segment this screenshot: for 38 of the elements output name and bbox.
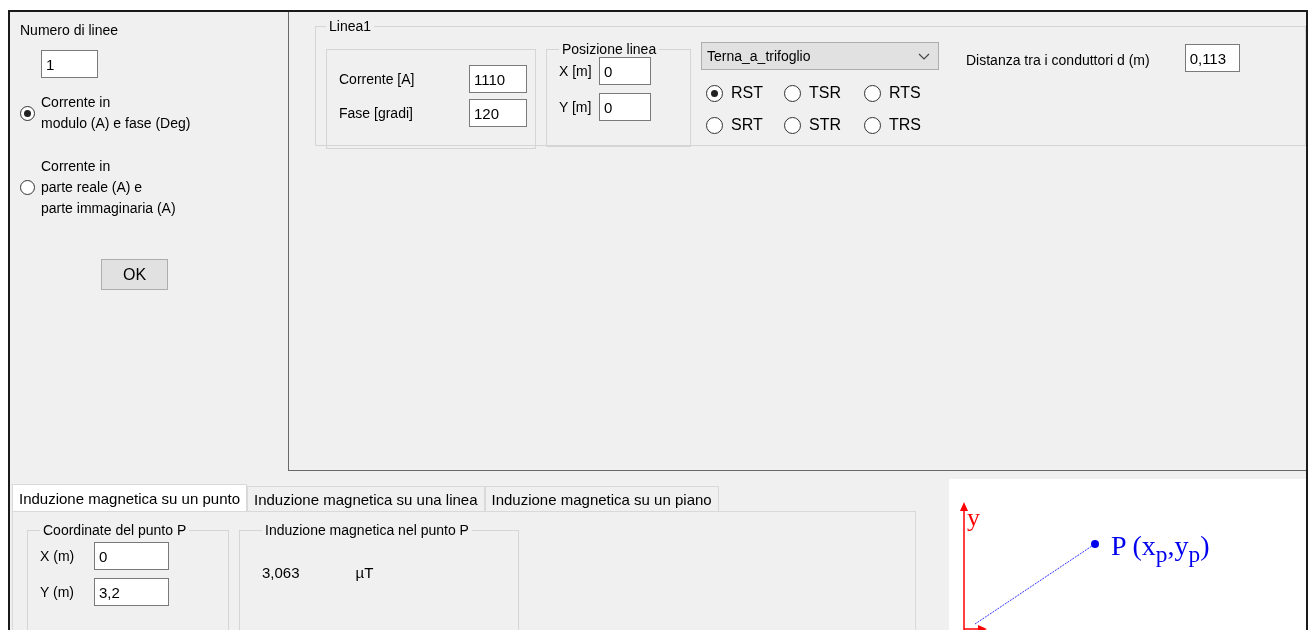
dropdown[interactable]: Terna_a_trifoglio xyxy=(701,42,939,70)
field-label: Fase [gradi] xyxy=(339,105,414,121)
input-field[interactable]: 120 xyxy=(469,99,527,127)
field-label: X [m] xyxy=(559,63,593,79)
group-title: Coordinate del punto P xyxy=(42,522,188,538)
input-field[interactable]: 0 xyxy=(599,93,651,121)
input-field[interactable]: 3,2 xyxy=(94,578,169,606)
field-label: Distanza tra i conduttori d (m) xyxy=(966,52,1150,68)
radio-button[interactable]: Corrente in modulo (A) e fase (Deg) xyxy=(20,92,191,134)
radio-button[interactable]: TRS xyxy=(864,116,944,134)
result-value: 3,063 xyxy=(262,564,300,581)
point-label: P (x$_{p}$,y$_{p}$) xyxy=(1111,529,1210,569)
tab[interactable]: Induzione magnetica su un punto xyxy=(12,484,247,511)
tab[interactable]: Induzione magnetica su una linea xyxy=(247,486,485,511)
radio-button[interactable]: SRT xyxy=(706,116,784,134)
field-label: Numero di linee xyxy=(20,22,119,38)
axis-label: y xyxy=(967,505,980,531)
field-label: Corrente [A] xyxy=(339,71,416,87)
group-title: Induzione magnetica nel punto P xyxy=(264,522,470,538)
input-field[interactable]: 0 xyxy=(94,542,169,570)
radio-button[interactable]: RST xyxy=(706,84,784,102)
field-label: X (m) xyxy=(40,548,76,564)
radio-button[interactable]: RTS xyxy=(864,84,944,102)
input-field[interactable]: 0 xyxy=(599,57,651,85)
field-label: Y [m] xyxy=(559,99,593,115)
group-title: Linea1 xyxy=(328,18,373,34)
chevron-icon xyxy=(918,52,930,60)
radio-button[interactable]: TSR xyxy=(784,84,864,102)
field-label: Y (m) xyxy=(40,584,75,600)
ok-button[interactable]: OK xyxy=(101,259,168,290)
radio-button[interactable]: Corrente in parte reale (A) e parte immaginaria (A) xyxy=(20,156,176,219)
radio-button[interactable]: STR xyxy=(784,116,864,134)
input-field[interactable]: 1110 xyxy=(469,65,527,93)
tab[interactable]: Induzione magnetica su un piano xyxy=(484,486,719,511)
input-field[interactable]: 0,113 xyxy=(1184,44,1240,72)
unit-label: µT xyxy=(355,564,374,581)
input-field[interactable]: 1 xyxy=(41,50,98,78)
group-title: Posizione linea xyxy=(561,41,658,57)
